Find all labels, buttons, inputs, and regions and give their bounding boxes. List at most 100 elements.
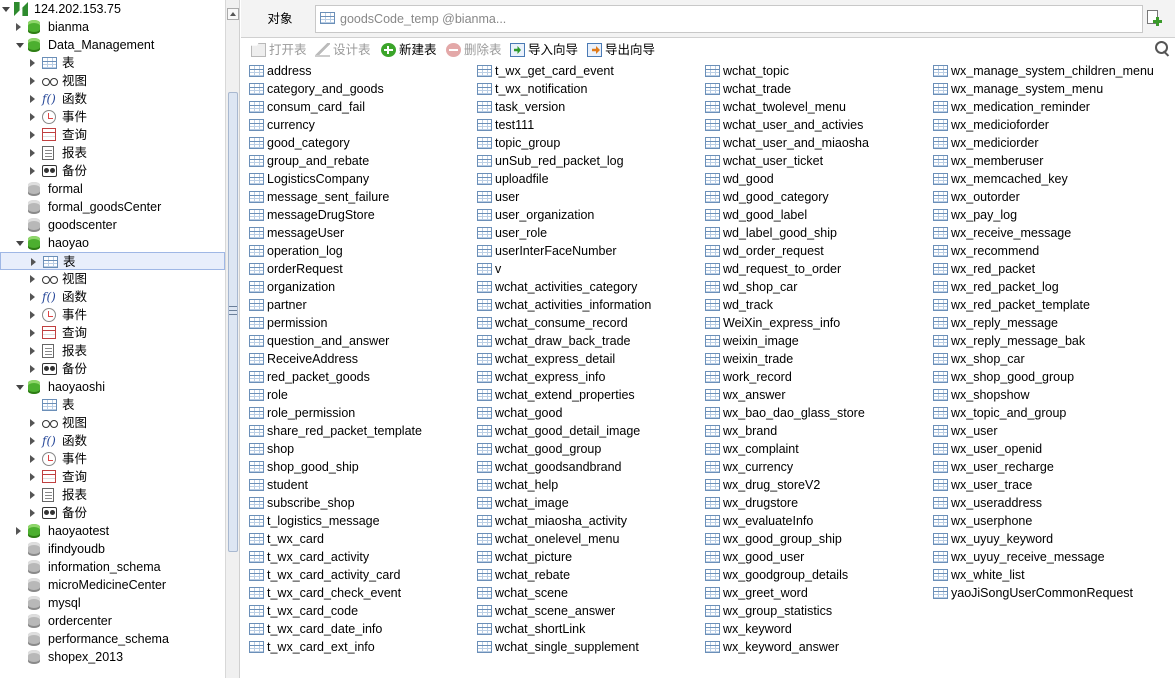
report-icon <box>42 146 54 160</box>
tree-item[interactable]: 表 <box>0 396 225 414</box>
expand-arrow-icon[interactable] <box>16 43 24 48</box>
table-name: wx_memcached_key <box>951 172 1068 186</box>
table-name: wchat_express_detail <box>495 352 616 366</box>
table-name: red_packet_goods <box>267 370 370 384</box>
remove-icon <box>446 43 461 57</box>
collapse-arrow-icon[interactable] <box>30 131 35 139</box>
collapse-arrow-icon[interactable] <box>30 365 35 373</box>
collapse-arrow-icon[interactable] <box>16 527 21 535</box>
expand-arrow-icon[interactable] <box>16 241 24 246</box>
tree-item[interactable]: 报表 <box>0 486 225 504</box>
collapse-arrow-icon[interactable] <box>30 347 35 355</box>
tree-item[interactable]: 报表 <box>0 144 225 162</box>
tab-objects[interactable]: 对象 <box>249 5 311 33</box>
new-tab-button[interactable] <box>1145 9 1163 27</box>
table-icon <box>933 83 948 95</box>
tab-query[interactable]: goodsCode_temp @bianma... <box>315 5 1143 33</box>
tree-item[interactable]: ifindyoudb <box>0 540 225 558</box>
tree-item[interactable]: 视图 <box>0 270 225 288</box>
collapse-arrow-icon[interactable] <box>30 59 35 67</box>
tree-item[interactable]: goodscenter <box>0 216 225 234</box>
table-name: wx_uyuy_keyword <box>951 532 1054 546</box>
table-icon <box>249 515 264 527</box>
tree-item[interactable]: Data_Management <box>0 36 225 54</box>
collapse-arrow-icon[interactable] <box>30 329 35 337</box>
tree-item[interactable]: 事件 <box>0 108 225 126</box>
table-icon <box>933 209 948 221</box>
table-icon <box>477 461 492 473</box>
tree-item[interactable]: shopex_2013 <box>0 648 225 666</box>
query-icon <box>42 470 56 483</box>
scroll-up-arrow-icon[interactable] <box>227 8 239 20</box>
tree-item[interactable]: bianma <box>0 18 225 36</box>
collapse-arrow-icon[interactable] <box>30 95 35 103</box>
table-icon <box>249 335 264 347</box>
tree-item[interactable]: 查询 <box>0 126 225 144</box>
backup-icon <box>42 165 57 177</box>
table-icon <box>705 551 720 563</box>
tree-item[interactable]: f() 函数 <box>0 90 225 108</box>
expand-arrow-icon[interactable] <box>16 385 24 390</box>
table-icon <box>705 155 720 167</box>
search-icon[interactable] <box>1155 41 1171 57</box>
tree-item[interactable]: 视图 <box>0 414 225 432</box>
tree-item[interactable]: 事件 <box>0 450 225 468</box>
table-icon <box>477 407 492 419</box>
collapse-arrow-icon[interactable] <box>30 167 35 175</box>
tree-item[interactable]: 备份 <box>0 360 225 378</box>
tree-item[interactable]: 查询 <box>0 468 225 486</box>
tree-item[interactable]: mysql <box>0 594 225 612</box>
table-icon <box>42 399 57 411</box>
collapse-arrow-icon[interactable] <box>30 455 35 463</box>
tree-item[interactable]: formal_goodsCenter <box>0 198 225 216</box>
table-name: wchat_user_and_miaosha <box>723 136 869 150</box>
collapse-arrow-icon[interactable] <box>30 293 35 301</box>
tree-item[interactable]: haoyao <box>0 234 225 252</box>
tree-item[interactable]: ordercenter <box>0 612 225 630</box>
tree-item[interactable]: 事件 <box>0 306 225 324</box>
table-icon <box>933 119 948 131</box>
scrollbar-thumb[interactable] <box>228 92 238 552</box>
table-icon <box>320 12 335 24</box>
table-icon <box>705 281 720 293</box>
tree-item[interactable]: microMedicineCenter <box>0 576 225 594</box>
collapse-arrow-icon[interactable] <box>30 77 35 85</box>
expand-arrow-icon[interactable] <box>2 7 10 12</box>
tree-item[interactable]: 备份 <box>0 162 225 180</box>
table-name: wx_shop_good_group <box>951 370 1075 384</box>
collapse-arrow-icon[interactable] <box>30 437 35 445</box>
tree-item[interactable]: 报表 <box>0 342 225 360</box>
tree-item[interactable]: information_schema <box>0 558 225 576</box>
table-icon <box>249 371 264 383</box>
collapse-arrow-icon[interactable] <box>30 491 35 499</box>
collapse-arrow-icon[interactable] <box>30 509 35 517</box>
tree-item[interactable]: 表 <box>0 252 225 270</box>
tree-item[interactable]: 表 <box>0 54 225 72</box>
tree-item[interactable]: 视图 <box>0 72 225 90</box>
tree-item[interactable]: 备份 <box>0 504 225 522</box>
table-icon <box>477 479 492 491</box>
table-icon <box>477 497 492 509</box>
collapse-arrow-icon[interactable] <box>30 473 35 481</box>
collapse-arrow-icon[interactable] <box>30 149 35 157</box>
collapse-arrow-icon[interactable] <box>30 275 35 283</box>
table-name: permission <box>267 316 328 330</box>
collapse-arrow-icon[interactable] <box>30 113 35 121</box>
collapse-arrow-icon[interactable] <box>30 311 35 319</box>
table-icon <box>477 299 492 311</box>
tree-item[interactable]: f() 函数 <box>0 288 225 306</box>
collapse-arrow-icon[interactable] <box>16 23 21 31</box>
tree-item[interactable]: haoyaoshi <box>0 378 225 396</box>
collapse-arrow-icon[interactable] <box>31 258 36 266</box>
tree-item[interactable]: formal <box>0 180 225 198</box>
tree-item[interactable]: performance_schema <box>0 630 225 648</box>
tree-scrollbar[interactable] <box>226 0 240 678</box>
connection-tree[interactable]: 124.202.153.75 bianma Data_Management 表视图 f(… <box>0 0 226 678</box>
tree-item[interactable]: 124.202.153.75 <box>0 0 225 18</box>
collapse-arrow-icon[interactable] <box>30 419 35 427</box>
tree-item[interactable]: f() 函数 <box>0 432 225 450</box>
tree-item[interactable]: haoyaotest <box>0 522 225 540</box>
tree-item[interactable]: 查询 <box>0 324 225 342</box>
table-name: WeiXin_express_info <box>723 316 841 330</box>
table-icon <box>705 641 720 653</box>
